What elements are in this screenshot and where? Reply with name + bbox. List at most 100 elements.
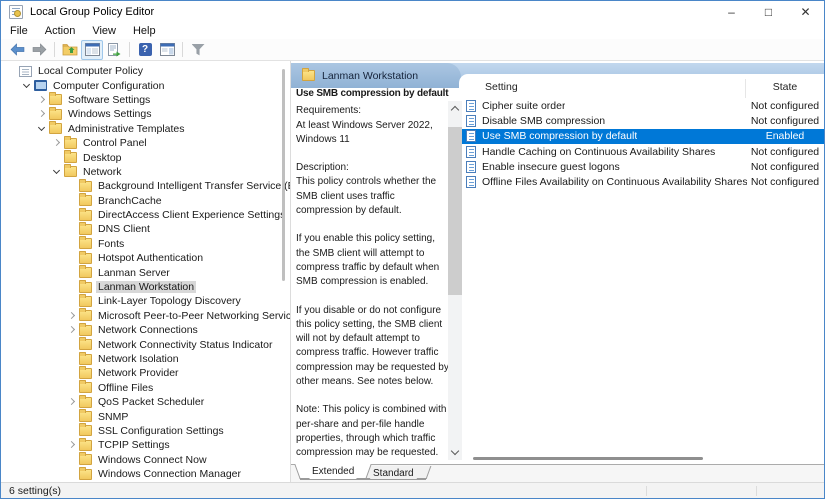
export-list-button[interactable] xyxy=(103,40,125,60)
tree-item[interactable]: Windows Connect Now xyxy=(1,452,290,467)
filter-button[interactable] xyxy=(187,40,209,60)
setting-state: Not configured xyxy=(750,176,820,189)
policy-icon xyxy=(19,65,32,77)
menu-view[interactable]: View xyxy=(92,25,116,37)
column-header-state[interactable]: State xyxy=(746,81,824,93)
folder-icon xyxy=(79,207,92,221)
folder-icon xyxy=(79,394,92,408)
back-button[interactable] xyxy=(6,40,28,60)
app-icon xyxy=(9,5,23,19)
tree-item[interactable]: Windows Settings xyxy=(1,106,290,121)
tree-item[interactable]: Hotspot Authentication xyxy=(1,250,290,265)
chevron-right-icon[interactable] xyxy=(66,439,78,451)
description-scrollbar[interactable] xyxy=(448,101,462,460)
tree-item[interactable]: TCPIP Settings xyxy=(1,437,290,452)
chevron-placeholder xyxy=(66,353,78,365)
setting-row[interactable]: Disable SMB compression Not configured xyxy=(459,113,824,128)
tree-item-label: Network Connectivity Status Indicator xyxy=(98,338,273,351)
tree-item[interactable]: Windows Connection Manager xyxy=(1,466,290,481)
tree-item[interactable]: Network Connections xyxy=(1,322,290,337)
tree-item-label: Windows Connection Manager xyxy=(98,468,241,481)
tab-extended[interactable]: Extended xyxy=(300,464,367,480)
horizontal-scrollbar-thumb[interactable] xyxy=(473,457,703,460)
toolbar xyxy=(1,39,824,61)
setting-row[interactable]: Enable insecure guest logons Not configur… xyxy=(459,159,824,174)
folder-icon xyxy=(79,265,92,279)
chevron-right-icon[interactable] xyxy=(36,94,48,106)
tree-item[interactable]: Fonts xyxy=(1,236,290,251)
taskpad-header-label: Lanman Workstation xyxy=(322,69,419,82)
folder-icon xyxy=(79,279,92,293)
setting-name: Offline Files Availability on Continuous… xyxy=(482,176,747,189)
tree-item[interactable]: Network Connectivity Status Indicator xyxy=(1,337,290,351)
tree-item[interactable]: DNS Client xyxy=(1,221,290,236)
chevron-placeholder xyxy=(66,411,78,423)
help-button[interactable] xyxy=(134,40,156,60)
setting-row[interactable]: Offline Files Availability on Continuous… xyxy=(459,174,824,189)
chevron-right-icon[interactable] xyxy=(66,396,78,408)
tree-item-label: Control Panel xyxy=(83,137,147,150)
tree-item[interactable]: BranchCache xyxy=(1,193,290,208)
tree-item[interactable]: SNMP xyxy=(1,409,290,423)
chevron-down-icon[interactable] xyxy=(21,80,33,92)
tree-item[interactable]: Local Computer Policy xyxy=(1,64,290,78)
chevron-down-icon[interactable] xyxy=(36,123,48,135)
chevron-right-icon[interactable] xyxy=(51,137,63,149)
tree-item[interactable]: Offline Files xyxy=(1,380,290,395)
menu-file[interactable]: File xyxy=(10,25,28,37)
setting-row[interactable]: Use SMB compression by default Enabled xyxy=(459,128,824,144)
tree-item-label: Administrative Templates xyxy=(68,122,185,135)
folder-icon xyxy=(79,466,92,480)
scrollbar-thumb[interactable] xyxy=(448,127,462,295)
chevron-placeholder xyxy=(66,281,78,293)
chevron-right-icon[interactable] xyxy=(36,108,48,120)
tree-item[interactable]: Network Isolation xyxy=(1,351,290,366)
close-button[interactable]: ✕ xyxy=(787,1,824,23)
tree-item[interactable]: Network xyxy=(1,164,290,179)
toolbar-separator xyxy=(54,42,55,57)
tree-item[interactable]: Lanman Server xyxy=(1,265,290,279)
tree-item-label: Hotspot Authentication xyxy=(98,252,204,265)
tree-item[interactable]: Background Intelligent Transfer Service … xyxy=(1,178,290,193)
maximize-button[interactable]: □ xyxy=(750,1,787,23)
tree-item[interactable]: DirectAccess Client Experience Settings xyxy=(1,207,290,222)
tree-item[interactable]: Link-Layer Topology Discovery xyxy=(1,293,290,308)
scroll-up-icon[interactable] xyxy=(450,105,459,115)
tree-item[interactable]: Software Settings xyxy=(1,92,290,107)
menu-help[interactable]: Help xyxy=(133,25,156,37)
console-window-icon xyxy=(84,43,100,56)
setting-state: Not configured xyxy=(750,160,820,173)
tree-item[interactable]: Microsoft Peer-to-Peer Networking Servic… xyxy=(1,308,290,323)
tree-item[interactable]: Network Provider xyxy=(1,365,290,380)
tree-item[interactable]: Desktop xyxy=(1,150,290,164)
tree-item[interactable]: Administrative Templates xyxy=(1,121,290,136)
folder-icon xyxy=(64,150,77,164)
chevron-right-icon[interactable] xyxy=(66,310,78,322)
forward-button[interactable] xyxy=(28,40,50,60)
show-console-tree-button[interactable] xyxy=(81,39,103,60)
tree-item[interactable]: QoS Packet Scheduler xyxy=(1,394,290,409)
main-area: Local Computer Policy Computer Configurat… xyxy=(1,61,824,482)
minimize-button[interactable]: – xyxy=(713,1,750,23)
tree-scrollbar[interactable] xyxy=(282,69,285,281)
tree-item-label: Software Settings xyxy=(68,93,151,106)
up-one-level-button[interactable] xyxy=(59,40,81,60)
chevron-down-icon[interactable] xyxy=(51,166,63,178)
tree-item[interactable]: Lanman Workstation xyxy=(1,279,290,294)
menu-action[interactable]: Action xyxy=(45,25,76,37)
setting-row[interactable]: Handle Caching on Continuous Availabilit… xyxy=(459,144,824,159)
tree-item[interactable]: Computer Configuration xyxy=(1,78,290,92)
chevron-right-icon[interactable] xyxy=(66,324,78,336)
status-separator xyxy=(756,486,757,496)
column-header-setting[interactable]: Setting xyxy=(485,81,518,93)
show-action-pane-button[interactable] xyxy=(156,40,178,60)
chevron-placeholder xyxy=(66,382,78,394)
setting-row[interactable]: Cipher suite order Not configured xyxy=(459,98,824,113)
tree-item[interactable]: Control Panel xyxy=(1,135,290,150)
back-arrow-icon xyxy=(10,43,24,56)
folder-icon xyxy=(79,236,92,250)
tab-standard[interactable]: Standard xyxy=(361,466,426,480)
tree-item[interactable]: SSL Configuration Settings xyxy=(1,423,290,438)
scroll-down-icon[interactable] xyxy=(450,446,459,456)
folder-icon xyxy=(79,452,92,466)
